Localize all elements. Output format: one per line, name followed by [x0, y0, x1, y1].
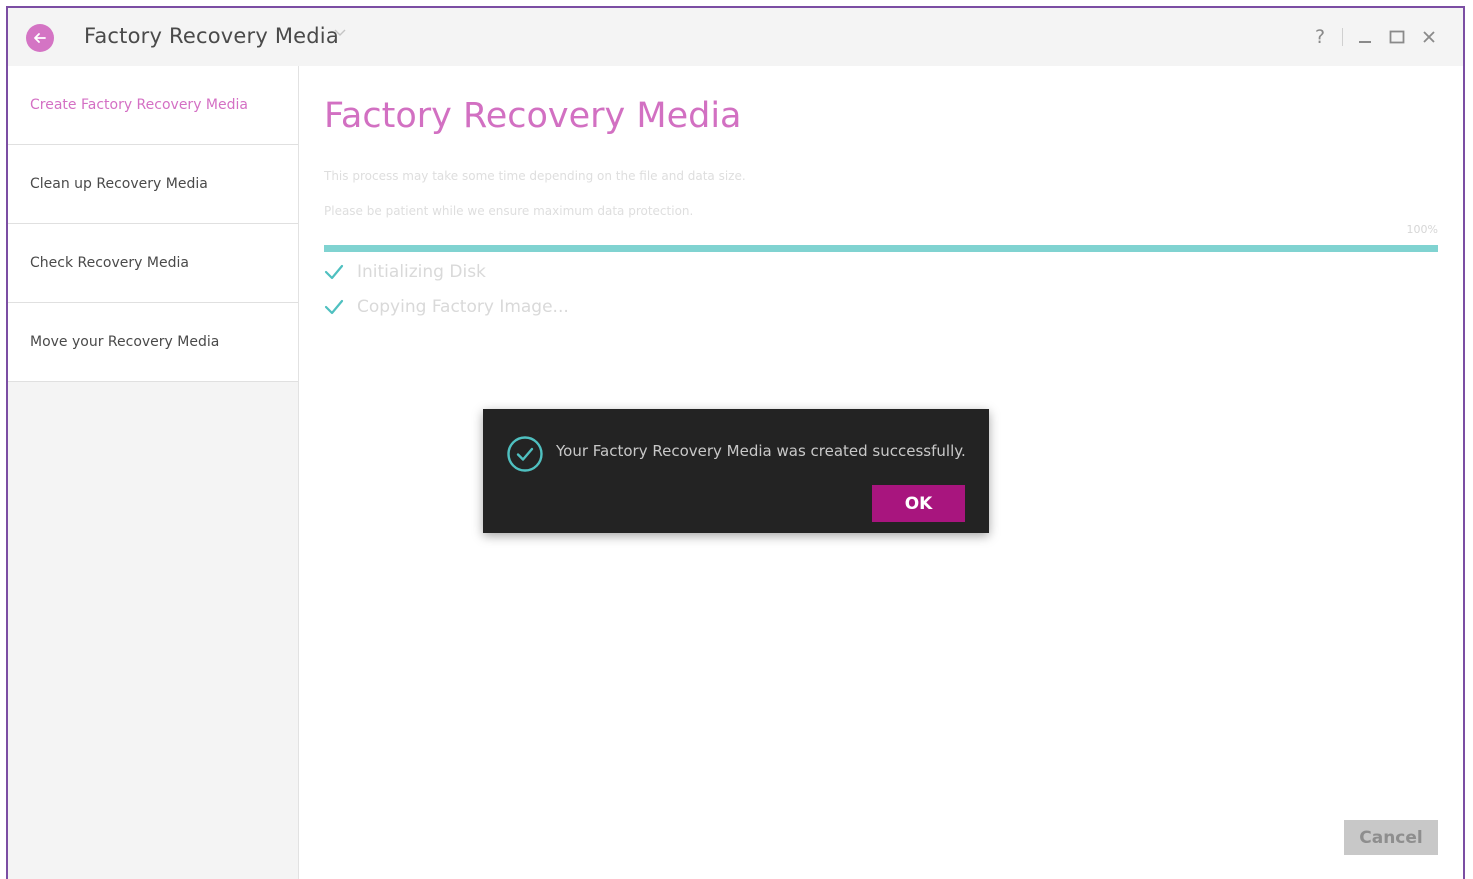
arrow-left-icon	[34, 33, 46, 43]
dialog-message: Your Factory Recovery Media was created …	[556, 442, 966, 460]
checkmark-icon	[324, 264, 344, 280]
sidebar-item-check-recovery-media[interactable]: Check Recovery Media	[8, 224, 298, 303]
checkmark-icon	[324, 299, 344, 315]
progress-bar	[324, 245, 1438, 252]
app-title: Factory Recovery Media	[84, 24, 339, 48]
help-button[interactable]: ?	[1304, 23, 1336, 51]
close-button[interactable]	[1413, 23, 1445, 51]
title-bar: Factory Recovery Media ?	[8, 8, 1463, 66]
step-initializing-disk: Initializing Disk	[324, 262, 486, 282]
separator	[1342, 28, 1343, 46]
step-label: Initializing Disk	[357, 262, 486, 282]
ok-button[interactable]: OK	[872, 485, 965, 522]
success-dialog: Your Factory Recovery Media was created …	[483, 409, 989, 533]
sidebar-item-create-factory-recovery-media[interactable]: Create Factory Recovery Media	[8, 66, 298, 145]
progress-percent-label: 100%	[1406, 223, 1438, 236]
close-icon	[1423, 31, 1435, 43]
maximize-icon	[1389, 30, 1405, 44]
cancel-button[interactable]: Cancel	[1344, 820, 1438, 855]
info-text-patience: Please be patient while we ensure maximu…	[324, 204, 694, 218]
progress-bar-fill	[324, 245, 1438, 252]
sidebar-item-move-recovery-media[interactable]: Move your Recovery Media	[8, 303, 298, 382]
check-circle-icon	[507, 436, 543, 472]
page-title: Factory Recovery Media	[324, 96, 742, 136]
window-controls: ?	[1304, 22, 1445, 52]
minimize-icon	[1359, 41, 1371, 43]
info-text-time: This process may take some time dependin…	[324, 169, 746, 183]
minimize-button[interactable]	[1349, 23, 1381, 51]
chevron-down-icon[interactable]	[333, 28, 347, 38]
maximize-button[interactable]	[1381, 23, 1413, 51]
step-label: Copying Factory Image...	[357, 297, 569, 317]
sidebar: Create Factory Recovery Media Clean up R…	[8, 66, 299, 879]
sidebar-item-clean-up-recovery-media[interactable]: Clean up Recovery Media	[8, 145, 298, 224]
step-copying-factory-image: Copying Factory Image...	[324, 297, 569, 317]
back-button[interactable]	[26, 24, 54, 52]
